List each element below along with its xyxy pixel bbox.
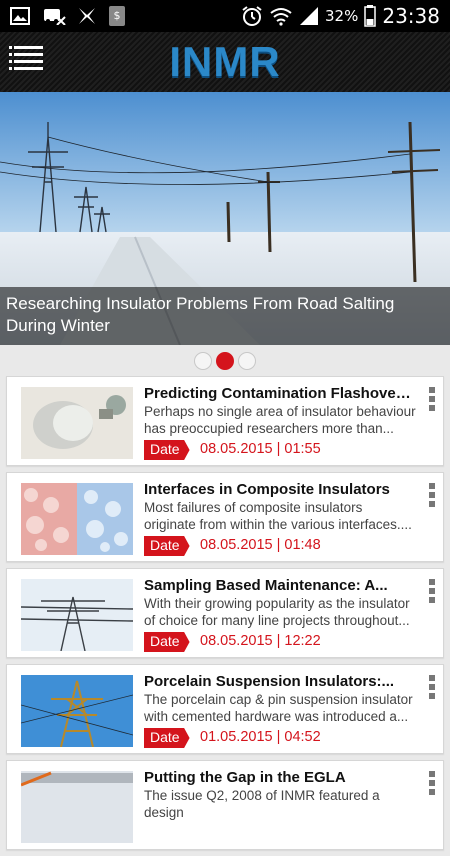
article-title: Sampling Based Maintenance: A...: [144, 577, 388, 594]
slider-dot-3[interactable]: [238, 352, 256, 370]
slider-dot-2-active[interactable]: [216, 352, 234, 370]
more-options-icon[interactable]: [429, 771, 435, 795]
date-badge: Date: [144, 536, 190, 556]
article-summary: The porcelain cap & pin suspension insul…: [144, 692, 413, 724]
article-title: Interfaces in Composite Insulators: [144, 481, 390, 498]
app-bar: INMR: [0, 32, 450, 92]
app-notification-icon: [79, 8, 95, 24]
slider-dot-1[interactable]: [194, 352, 212, 370]
clock: 23:38: [382, 4, 440, 28]
article-thumbnail: [21, 387, 133, 459]
article-card[interactable]: Predicting Contamination Flashover of...…: [6, 376, 444, 466]
svg-text:$: $: [114, 9, 121, 22]
article-thumbnail: [21, 579, 133, 651]
article-title: Putting the Gap in the EGLA: [144, 769, 346, 786]
article-title: Porcelain Suspension Insulators:...: [144, 673, 395, 690]
article-thumbnail: [21, 483, 133, 555]
no-sim-icon: [44, 9, 66, 25]
hero-caption: Researching Insulator Problems From Road…: [0, 287, 450, 345]
article-card[interactable]: Putting the Gap in the EGLA The issue Q2…: [6, 760, 444, 850]
article-summary: With their growing popularity as the ins…: [144, 596, 410, 628]
battery-percent: 32%: [325, 7, 359, 25]
article-date: 08.05.2015 | 12:22: [200, 633, 321, 649]
more-options-icon[interactable]: [429, 387, 435, 411]
article-title: Predicting Contamination Flashover of...: [144, 385, 416, 402]
more-options-icon[interactable]: [429, 579, 435, 603]
signal-icon: [300, 7, 319, 25]
article-date: 01.05.2015 | 04:52: [200, 729, 321, 745]
battery-icon: [364, 5, 377, 27]
slider-pagination: [0, 352, 450, 370]
date-badge: Date: [144, 440, 190, 460]
article-thumbnail: [21, 771, 133, 843]
article-card[interactable]: Porcelain Suspension Insulators:... The …: [6, 664, 444, 754]
status-bar: $ 32% 23:38: [0, 0, 450, 32]
date-badge: Date: [144, 728, 190, 748]
wifi-icon: [270, 8, 292, 26]
more-options-icon[interactable]: [429, 483, 435, 507]
article-summary: Most failures of composite insulators or…: [144, 500, 412, 532]
article-list: Predicting Contamination Flashover of...…: [6, 376, 444, 856]
hero-slider[interactable]: Researching Insulator Problems From Road…: [0, 92, 450, 345]
article-thumbnail: [21, 675, 133, 747]
gallery-icon: [10, 7, 30, 25]
article-card[interactable]: Interfaces in Composite Insulators Most …: [6, 472, 444, 562]
money-icon: $: [109, 6, 125, 26]
article-summary: Perhaps no single area of insulator beha…: [144, 404, 416, 436]
article-date: 08.05.2015 | 01:48: [200, 537, 321, 553]
alarm-icon: [242, 6, 262, 26]
article-date: 08.05.2015 | 01:55: [200, 441, 321, 457]
article-card[interactable]: Sampling Based Maintenance: A... With th…: [6, 568, 444, 658]
date-badge: Date: [144, 632, 190, 652]
app-logo: INMR: [169, 38, 281, 85]
more-options-icon[interactable]: [429, 675, 435, 699]
article-summary: The issue Q2, 2008 of INMR featured a de…: [144, 788, 380, 820]
